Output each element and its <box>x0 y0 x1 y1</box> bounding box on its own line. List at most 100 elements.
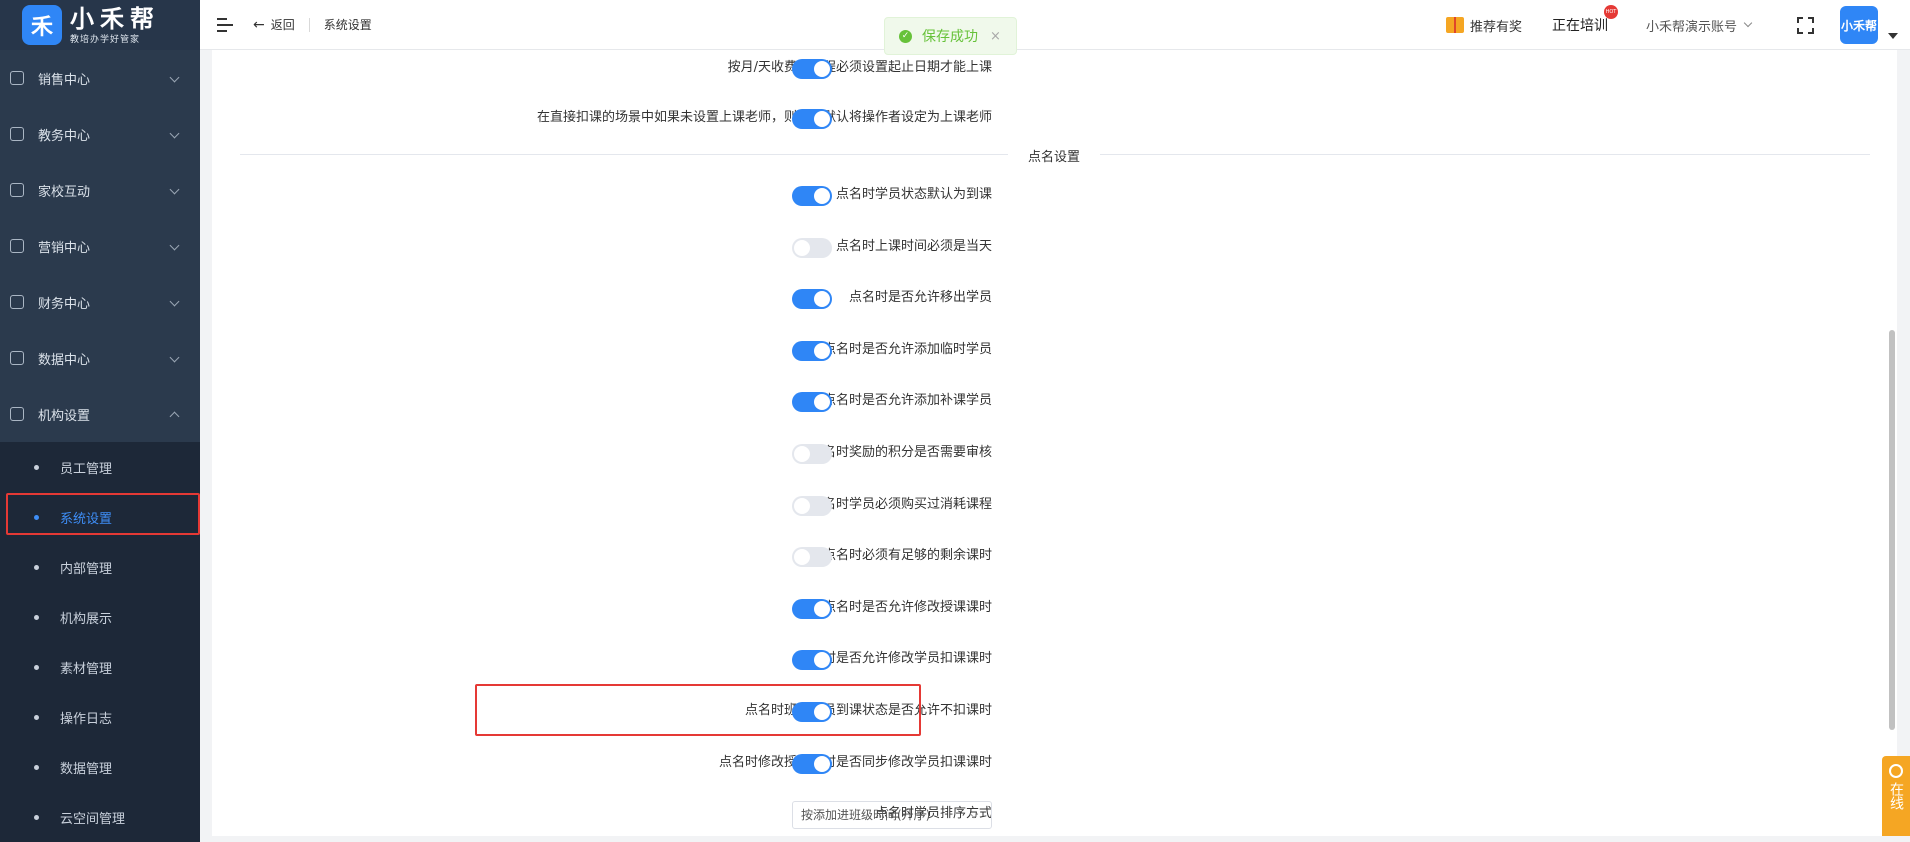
setting-toggle[interactable] <box>792 340 832 361</box>
setting-toggle[interactable] <box>792 598 832 619</box>
setting-label: 点名时奖励的积分是否需要审核 <box>809 445 992 460</box>
avatar[interactable]: 小禾帮 <box>1840 6 1878 44</box>
setting-row: 按月/天收费的课程必须设置起止日期才能上课 <box>212 53 1212 83</box>
setting-toggle[interactable] <box>792 109 832 129</box>
setting-toggle[interactable] <box>792 495 832 516</box>
submenu-item-1[interactable]: 系统设置 <box>0 492 200 542</box>
training-link[interactable]: 正在培训 HOT <box>1552 5 1618 35</box>
setting-label: 点名时学员状态默认为到课 <box>835 187 992 202</box>
chevron-down-icon <box>169 352 180 363</box>
send-icon <box>10 183 24 197</box>
logo-title: 小禾帮 <box>70 4 160 33</box>
top-header: ← 返回 系统设置 推荐有奖 正在培训 HOT 小禾帮演示账号 小禾帮 <box>200 0 1910 50</box>
sidebar-item-0[interactable]: 销售中心 <box>0 50 200 106</box>
online-service-button[interactable]: 在线 <box>1882 756 1910 836</box>
chevron-down-icon <box>1743 18 1753 28</box>
submenu-item-label: 操作日志 <box>60 711 113 727</box>
setting-row: 点名时是否允许修改学员扣课课时 <box>212 644 1212 674</box>
toggle-knob <box>794 497 810 514</box>
chevron-down-icon <box>169 72 180 83</box>
hot-badge: HOT <box>1603 5 1618 19</box>
submenu-item-3[interactable]: 机构展示 <box>0 592 200 642</box>
logo[interactable]: 禾 小禾帮 教培办学好管家 <box>0 0 200 50</box>
toggle-knob <box>814 291 830 308</box>
gear-icon <box>10 407 24 421</box>
back-button[interactable]: ← 返回 <box>253 16 295 33</box>
setting-row: 在直接扣课的场景中如果未设置上课老师，则系统默认将操作者设定为上课老师 <box>212 103 1212 133</box>
scrollbar[interactable] <box>1889 330 1895 730</box>
sidebar-item-5[interactable]: 数据中心 <box>0 330 200 386</box>
chart-icon <box>10 351 24 365</box>
toggle-knob <box>794 549 810 566</box>
share-icon <box>10 239 24 253</box>
arrow-left-icon: ← <box>253 16 265 33</box>
submenu-item-5[interactable]: 操作日志 <box>0 692 200 742</box>
toggle-knob <box>814 652 830 669</box>
fullscreen-icon[interactable] <box>1797 16 1814 34</box>
submenu-item-label: 素材管理 <box>60 661 113 677</box>
setting-row: 点名时上课时间必须是当天 <box>212 232 1212 262</box>
setting-row: 点名时学员必须购买过消耗课程 <box>212 490 1212 520</box>
chevron-down-icon <box>169 128 180 139</box>
setting-toggle[interactable] <box>792 392 832 413</box>
submenu-item-6[interactable]: 数据管理 <box>0 742 200 792</box>
sidebar-item-label: 数据中心 <box>38 352 91 368</box>
submenu-item-label: 员工管理 <box>60 461 113 477</box>
setting-toggle[interactable] <box>792 547 832 568</box>
sort-setting-row: 点名时学员排序方式 按添加进班级时间(升序) <box>212 799 1212 829</box>
submenu-item-label: 机构展示 <box>60 611 113 627</box>
highlight-box <box>475 684 921 736</box>
menu-toggle-icon[interactable] <box>217 17 233 32</box>
close-icon[interactable]: × <box>990 29 1001 44</box>
toggle-knob <box>794 239 810 256</box>
setting-label: 点名时上课时间必须是当天 <box>835 238 992 254</box>
reward-link[interactable]: 推荐有奖 <box>1470 16 1522 35</box>
account-dropdown[interactable]: 小禾帮演示账号 <box>1646 16 1753 35</box>
sidebar-item-label: 财务中心 <box>38 296 91 312</box>
setting-row: 点名时奖励的积分是否需要审核 <box>212 438 1212 468</box>
setting-toggle[interactable] <box>792 753 832 774</box>
sidebar-item-3[interactable]: 营销中心 <box>0 218 200 274</box>
sort-select[interactable]: 按添加进班级时间(升序) <box>792 801 992 829</box>
check-circle-icon: ✓ <box>899 29 912 43</box>
submenu-item-2[interactable]: 内部管理 <box>0 542 200 592</box>
submenu-item-4[interactable]: 素材管理 <box>0 642 200 692</box>
gift-icon[interactable] <box>1445 17 1464 33</box>
setting-toggle[interactable] <box>792 444 832 464</box>
sidebar-item-1[interactable]: 教务中心 <box>0 106 200 162</box>
setting-row: 点名时必须有足够的剩余课时 <box>212 541 1212 571</box>
setting-row: 点名时修改授课课时是否同步修改学员扣课课时 <box>212 748 1212 778</box>
chevron-up-icon <box>169 411 180 422</box>
sidebar-item-6[interactable]: 机构设置 <box>0 386 200 442</box>
toggle-knob <box>814 394 830 411</box>
submenu-org-settings: 员工管理系统设置 内部管理机构展示素材管理操作日志数据管理云空间管理 <box>0 442 200 842</box>
chevron-down-icon <box>169 240 180 251</box>
setting-label: 点名时是否允许添加临时学员 <box>822 341 992 357</box>
setting-toggle[interactable] <box>792 289 832 310</box>
setting-toggle[interactable] <box>792 59 832 79</box>
breadcrumb: 系统设置 <box>323 18 372 32</box>
setting-row: 点名时学员状态默认为到课 <box>212 180 1212 210</box>
submenu-item-7[interactable]: 云空间管理 <box>0 792 200 842</box>
setting-row: 点名时是否允许修改授课课时 <box>212 593 1212 623</box>
submenu-item-0[interactable]: 员工管理 <box>0 442 200 492</box>
sidebar-item-4[interactable]: 财务中心 <box>0 274 200 330</box>
setting-label: 点名时是否允许移出学员 <box>848 290 992 306</box>
setting-toggle[interactable] <box>792 650 832 671</box>
setting-toggle[interactable] <box>792 186 832 206</box>
settings-panel: 按月/天收费的课程必须设置起止日期才能上课 在直接扣课的场景中如果未设置上课老师，… <box>212 50 1897 836</box>
submenu-item-label: 云空间管理 <box>60 811 126 827</box>
chevron-down-icon <box>169 184 180 195</box>
toggle-knob <box>814 342 830 359</box>
toggle-knob <box>814 755 830 772</box>
setting-label: 点名时学员必须购买过消耗课程 <box>809 496 992 512</box>
submenu-item-label: 数据管理 <box>60 761 113 777</box>
caret-down-icon[interactable] <box>1888 33 1898 39</box>
setting-label: 点名时是否允许添加补课学员 <box>822 393 992 409</box>
sidebar-item-label: 营销中心 <box>38 240 91 256</box>
setting-label: 点名时是否允许修改学员扣课课时 <box>796 651 992 667</box>
sidebar-item-2[interactable]: 家校互动 <box>0 162 200 218</box>
sidebar-item-label: 教务中心 <box>38 128 91 144</box>
sidebar: 禾 小禾帮 教培办学好管家 销售中心教务中心家校互动营销中心财务中心数据中心机构… <box>0 0 200 842</box>
setting-toggle[interactable] <box>792 237 832 258</box>
